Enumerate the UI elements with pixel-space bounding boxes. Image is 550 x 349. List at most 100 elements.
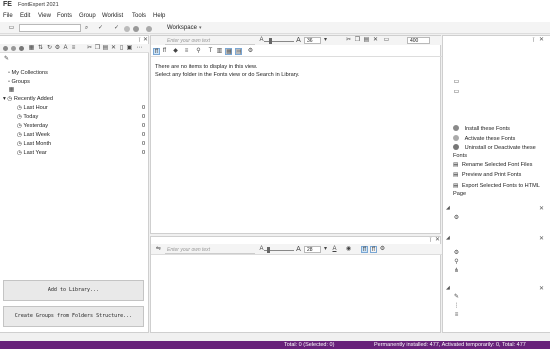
settings-icon[interactable]: ⚙ — [453, 215, 460, 222]
recent-item-today[interactable]: ◷ Today — [17, 114, 38, 120]
settings-icon[interactable]: ⚙ — [379, 246, 386, 253]
sort-icon[interactable]: ⇅ — [37, 45, 44, 52]
text-color-icon[interactable]: A — [331, 246, 338, 253]
dropdown-icon[interactable]: ▾ — [322, 246, 329, 253]
background-color-icon[interactable]: ◉ — [345, 246, 352, 253]
close-icon[interactable]: ✕ — [143, 36, 148, 43]
text-direction-icon[interactable]: ⇋ — [155, 246, 162, 253]
menu-tools[interactable]: Tools — [132, 13, 146, 19]
paste-icon[interactable]: ▤ — [102, 45, 109, 52]
rename-icon[interactable]: ▯ — [118, 45, 125, 52]
column-icon[interactable]: ▥ — [216, 48, 223, 55]
pin-icon[interactable]: ⊺ — [532, 37, 535, 44]
export-html-action[interactable]: ▤ Export Selected Fonts to HTML Page — [453, 182, 545, 198]
back-icon[interactable] — [124, 26, 130, 32]
print-icon[interactable]: ▭ — [383, 37, 390, 44]
size-select[interactable]: 36 — [304, 37, 321, 44]
menu-worklist[interactable]: Worklist — [102, 13, 123, 19]
section-collapse-icon[interactable]: ◢ — [446, 205, 450, 211]
menu-icon[interactable]: ≡ — [453, 312, 460, 319]
preview-print-action[interactable]: ▤ Preview and Print Fonts — [453, 172, 521, 178]
size-slider-thumb[interactable] — [269, 38, 272, 44]
copy-icon[interactable]: ❐ — [354, 37, 361, 44]
add-to-library-button[interactable]: Add to Library... — [3, 280, 144, 301]
close-icon[interactable]: ✕ — [539, 235, 544, 242]
install-fonts-action[interactable]: Install these Fonts — [453, 125, 510, 132]
wand-icon[interactable]: ✎ — [3, 56, 10, 63]
list-icon[interactable]: ≡ — [70, 45, 77, 52]
settings-icon[interactable]: ⚙ — [54, 45, 61, 52]
menu-fonts[interactable]: Fonts — [57, 13, 72, 19]
cut-icon[interactable]: ✂ — [345, 37, 352, 44]
recent-item-yesterday[interactable]: ◷ Yesterday — [17, 123, 48, 129]
menu-edit[interactable]: Edit — [20, 13, 30, 19]
gear-icon[interactable]: ⚙ — [453, 250, 460, 257]
dots-icon[interactable]: ⋮ — [453, 303, 460, 310]
location-icon[interactable]: ⚲ — [453, 259, 460, 266]
activate-fonts-action[interactable]: Activate these Fonts — [453, 135, 515, 142]
recent-item-last-year[interactable]: ◷ Last Year — [17, 150, 47, 156]
close-icon[interactable]: ✕ — [539, 285, 544, 292]
computer-icon[interactable]: ▭ — [453, 79, 460, 86]
create-groups-button[interactable]: Create Groups from Folders Structure... — [3, 306, 144, 327]
font-icon[interactable]: A — [62, 45, 69, 52]
workspace-label[interactable]: Workspace — [167, 25, 197, 31]
cut-icon[interactable]: ✂ — [86, 45, 93, 52]
list-icon[interactable]: ≡ — [183, 48, 190, 55]
menu-group[interactable]: Group — [79, 13, 96, 19]
details-view-icon[interactable]: ▤ — [235, 48, 242, 55]
hierarchy-icon[interactable]: ⋔ — [453, 268, 460, 275]
menu-file[interactable]: File — [3, 13, 13, 19]
refresh-icon[interactable]: ↻ — [46, 45, 53, 52]
preview-slider-thumb[interactable] — [267, 247, 270, 253]
close-icon[interactable]: ✕ — [539, 36, 544, 43]
recent-item-last-hour[interactable]: ◷ Last Hour — [17, 105, 48, 111]
fonts-view-icon[interactable]: ff — [153, 48, 160, 55]
collapse-icon[interactable]: ▾ — [3, 96, 6, 102]
settings-icon[interactable]: ⚙ — [247, 48, 254, 55]
close-icon[interactable]: ✕ — [539, 205, 544, 212]
pen-icon[interactable]: ✎ — [453, 294, 460, 301]
copy-icon[interactable]: ❐ — [94, 45, 101, 52]
laptop-icon[interactable]: ▭ — [453, 89, 460, 96]
uninstall-fonts-action[interactable]: Uninstall or Deactivate these Fonts — [453, 144, 549, 160]
recent-item-last-month[interactable]: ◷ Last Month — [17, 141, 51, 147]
section-collapse-icon[interactable]: ◢ — [446, 235, 450, 241]
delete-icon[interactable]: ✕ — [110, 45, 117, 52]
search-input[interactable] — [19, 24, 81, 32]
grid-icon[interactable]: ▦ — [28, 45, 35, 52]
tree-item-groups[interactable]: ▫ Groups — [8, 79, 30, 85]
filter-icon[interactable]: ⚲ — [195, 48, 202, 55]
pin-icon[interactable]: ⊺ — [429, 237, 432, 244]
zoom-select[interactable]: 400 — [407, 37, 430, 44]
rename-fonts-action[interactable]: ▤ Rename Selected Font Files — [453, 162, 532, 168]
tag-icon[interactable]: ◆ — [172, 48, 179, 55]
text-icon[interactable]: T — [207, 48, 214, 55]
folder-tree-icon[interactable]: ▦ — [8, 87, 15, 94]
tree-item-collections[interactable]: ▫ My Collections — [8, 70, 48, 76]
recent-item-last-week[interactable]: ◷ Last Week — [17, 132, 50, 138]
check-all-icon[interactable]: ✓ — [113, 25, 120, 32]
search-options-icon[interactable]: ⌕ — [83, 25, 90, 32]
menu-view[interactable]: View — [38, 13, 51, 19]
delete-icon[interactable]: ✕ — [372, 37, 379, 44]
fonts-view-alt-icon[interactable]: ff — [370, 246, 377, 253]
close-icon[interactable]: ✕ — [435, 236, 440, 243]
workspace-dropdown-icon[interactable]: ▾ — [199, 25, 202, 31]
computer-icon[interactable]: ▭ — [8, 25, 15, 32]
more-icon[interactable]: ⋯ — [136, 45, 143, 52]
dropdown-icon[interactable]: ▾ — [322, 37, 329, 44]
fonts-view-alt-icon[interactable]: ff — [161, 48, 168, 55]
grid-view-icon[interactable]: ▦ — [225, 48, 232, 55]
paste-icon[interactable]: ▤ — [363, 37, 370, 44]
tag-icon[interactable] — [19, 46, 24, 51]
check-icon[interactable]: ✓ — [97, 25, 104, 32]
fonts-view-icon[interactable]: ff — [361, 246, 368, 253]
properties-icon[interactable]: ▣ — [126, 45, 133, 52]
library-icon[interactable] — [3, 46, 8, 51]
section-collapse-icon[interactable]: ◢ — [446, 285, 450, 291]
preview-size-select[interactable]: 28 — [304, 246, 321, 253]
pin-icon[interactable]: ⊺ — [138, 37, 141, 44]
menu-help[interactable]: Help — [153, 13, 165, 19]
folder-icon[interactable] — [11, 46, 16, 51]
